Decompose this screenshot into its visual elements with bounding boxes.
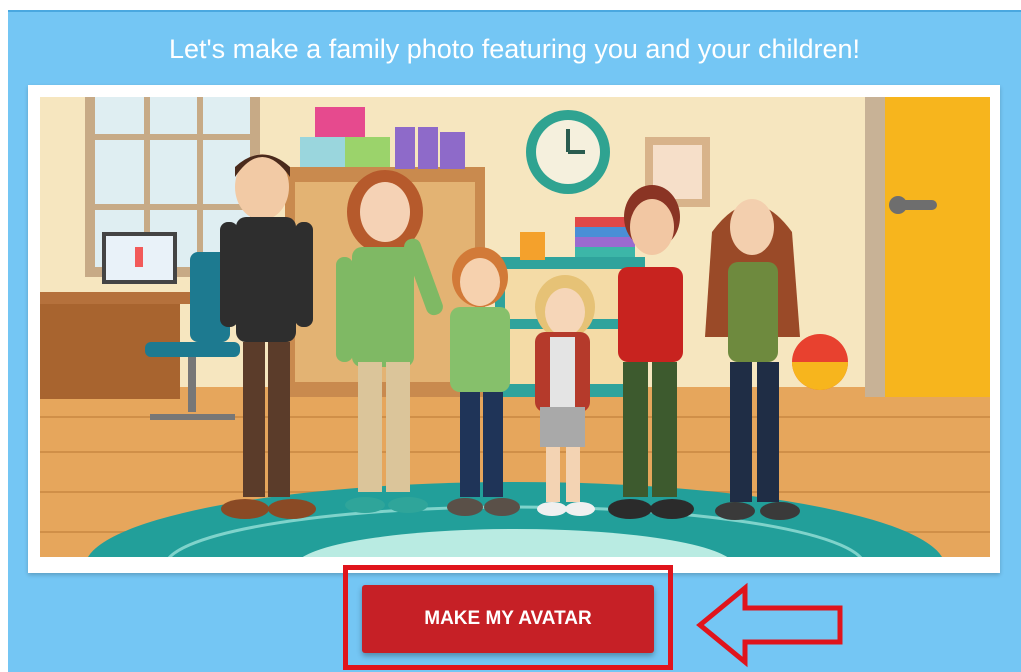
door bbox=[885, 97, 990, 397]
family-photo-frame bbox=[28, 85, 1000, 573]
page-headline: Let's make a family photo featuring you … bbox=[168, 34, 861, 64]
make-my-avatar-button[interactable]: MAKE MY AVATAR bbox=[362, 585, 654, 653]
left-arrow-icon bbox=[696, 582, 843, 668]
family-avatar-illustration bbox=[40, 97, 990, 557]
